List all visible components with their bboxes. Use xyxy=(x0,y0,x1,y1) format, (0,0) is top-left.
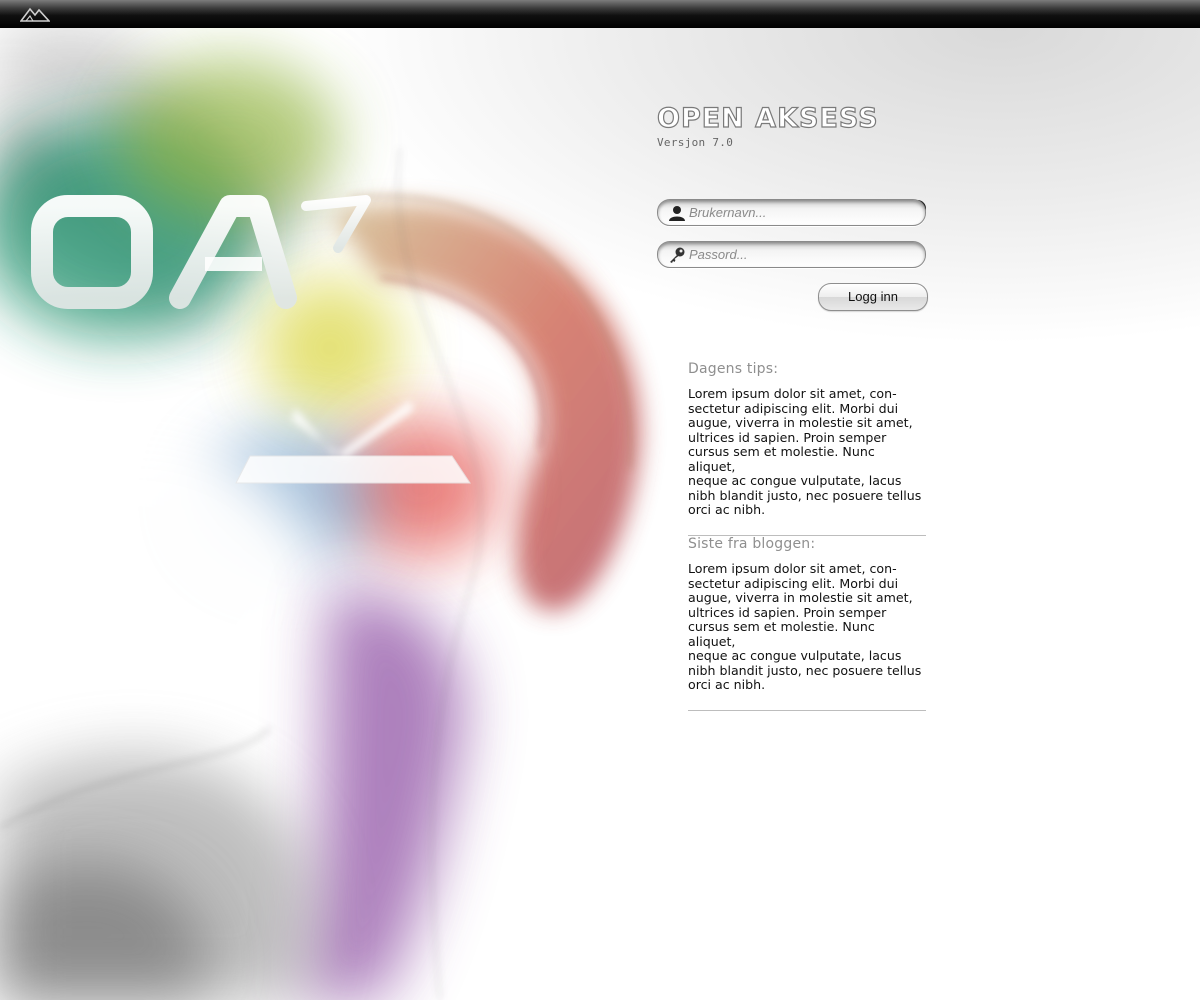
mountain-logo-icon[interactable] xyxy=(20,5,50,23)
version-label: Versjon 7.0 xyxy=(657,136,734,149)
brand-title: OPEN AKSESS xyxy=(657,102,879,134)
brand-title-text: OPEN AKSESS xyxy=(657,103,879,134)
user-icon xyxy=(669,206,685,221)
username-input[interactable] xyxy=(689,203,914,221)
password-input[interactable] xyxy=(689,245,914,263)
top-bar xyxy=(0,0,1200,29)
news-body: Lorem ipsum dolor sit amet, con- sectetu… xyxy=(688,561,922,692)
news-title: Dagens tips: xyxy=(688,361,779,377)
username-field[interactable] xyxy=(657,199,926,226)
news-section-blog: Siste fra bloggen: Lorem ipsum dolor sit… xyxy=(688,536,926,711)
login-button[interactable]: Logg inn xyxy=(818,283,928,311)
login-stage: OPEN AKSESS Versjon 7.0 ? Logg inn Dagen… xyxy=(0,28,1200,1000)
news-body: Lorem ipsum dolor sit amet, con- sectetu… xyxy=(688,386,922,517)
password-field[interactable] xyxy=(657,241,926,268)
divider xyxy=(688,709,926,711)
smoke-background-art xyxy=(0,28,641,1000)
news-title: Siste fra bloggen: xyxy=(688,536,816,552)
key-icon xyxy=(670,247,685,263)
brand-header: OPEN AKSESS Versjon 7.0 xyxy=(657,100,929,149)
news-section-tips: Dagens tips: Lorem ipsum dolor sit amet,… xyxy=(688,361,926,536)
